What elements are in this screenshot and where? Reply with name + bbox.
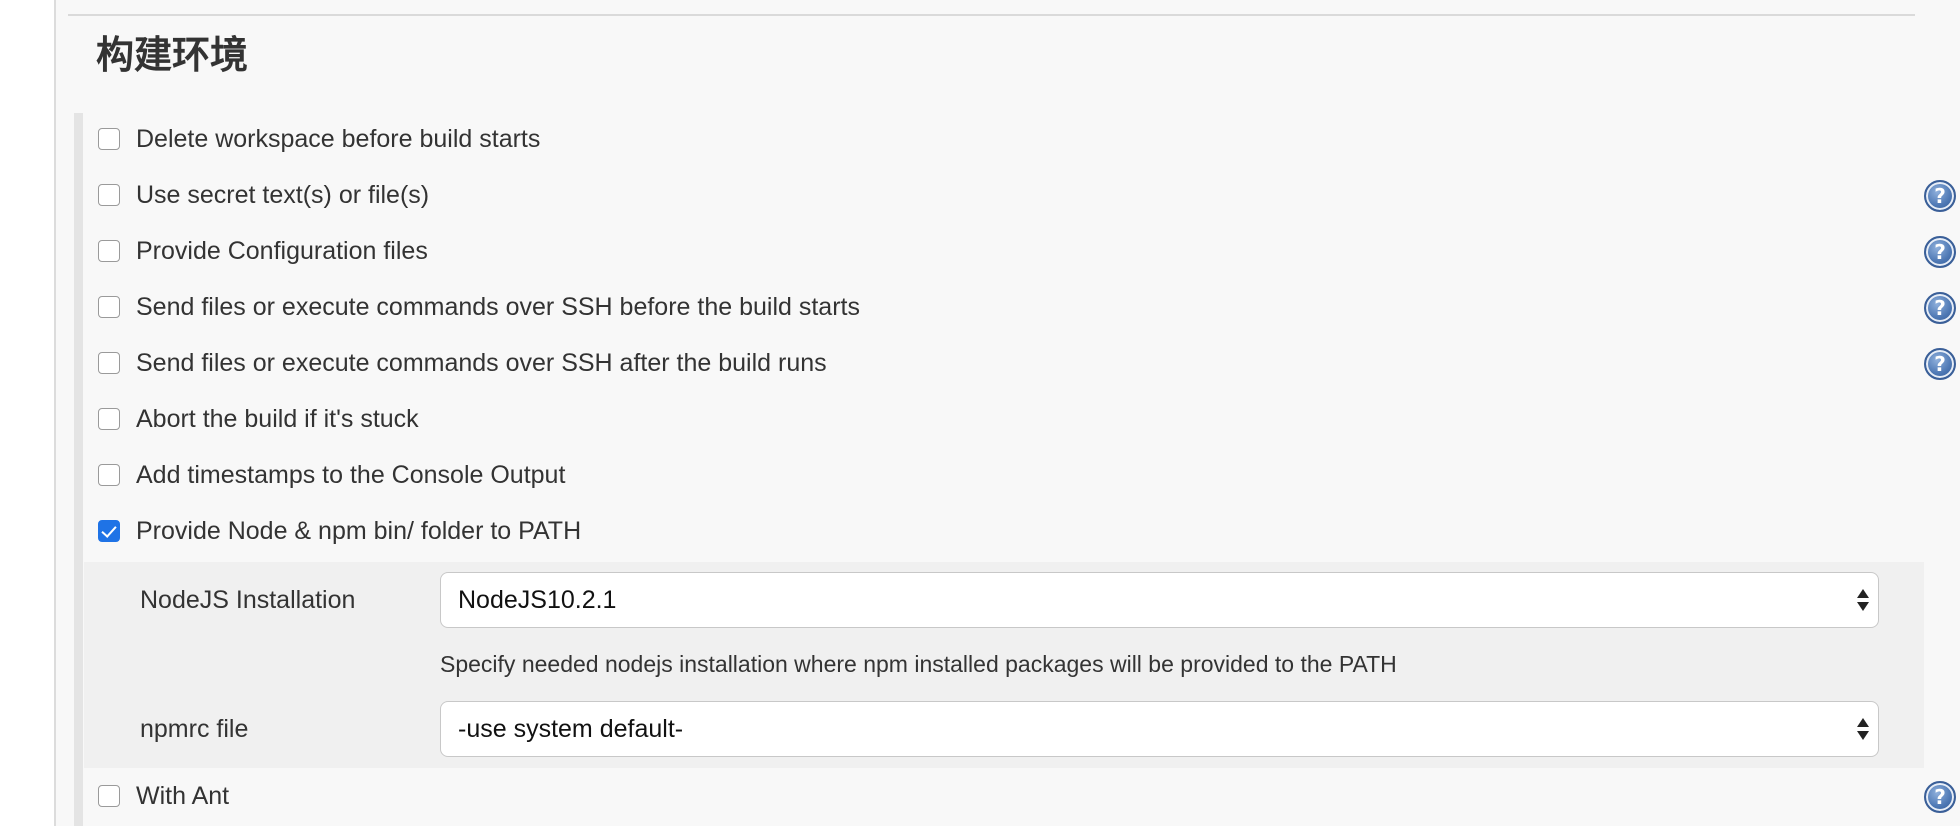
nodejs-installation-select[interactable]: NodeJS10.2.1 <box>440 572 1879 628</box>
section-indent-bar <box>74 113 83 826</box>
help-icon[interactable]: ? <box>1924 781 1956 813</box>
option-delete-workspace[interactable]: Delete workspace before build starts <box>98 120 1948 160</box>
npmrc-file-value: -use system default- <box>458 715 684 743</box>
section-divider <box>68 14 1915 16</box>
option-ssh-after-build[interactable]: Send files or execute commands over SSH … <box>98 344 1956 384</box>
option-label[interactable]: With Ant <box>136 780 229 812</box>
option-with-ant[interactable]: With Ant ? <box>98 777 1956 817</box>
option-label[interactable]: Provide Node & npm bin/ folder to PATH <box>136 515 581 547</box>
option-label[interactable]: Send files or execute commands over SSH … <box>136 347 827 379</box>
checkbox-delete-workspace[interactable] <box>98 128 120 150</box>
checkbox-provide-config-files[interactable] <box>98 240 120 262</box>
checkbox-provide-node-npm[interactable] <box>98 520 120 542</box>
option-label[interactable]: Provide Configuration files <box>136 235 428 267</box>
option-add-timestamps[interactable]: Add timestamps to the Console Output <box>98 456 1948 496</box>
checkbox-ssh-before-build[interactable] <box>98 296 120 318</box>
select-arrows-icon <box>1856 715 1870 743</box>
build-environment-page: 构建环境 Delete workspace before build start… <box>54 0 1960 826</box>
option-label[interactable]: Use secret text(s) or file(s) <box>136 179 429 211</box>
option-provide-node-npm[interactable]: Provide Node & npm bin/ folder to PATH <box>98 512 1948 552</box>
checkbox-abort-if-stuck[interactable] <box>98 408 120 430</box>
option-provide-config-files[interactable]: Provide Configuration files ? <box>98 232 1956 272</box>
checkbox-ssh-after-build[interactable] <box>98 352 120 374</box>
option-ssh-before-build[interactable]: Send files or execute commands over SSH … <box>98 288 1956 328</box>
section-title: 构建环境 <box>96 35 249 77</box>
help-icon[interactable]: ? <box>1924 348 1956 380</box>
help-icon[interactable]: ? <box>1924 292 1956 324</box>
option-abort-if-stuck[interactable]: Abort the build if it's stuck <box>98 400 1948 440</box>
npmrc-file-label: npmrc file <box>140 715 249 743</box>
nodejs-installation-value: NodeJS10.2.1 <box>458 586 617 614</box>
npmrc-file-select[interactable]: -use system default- <box>440 701 1879 757</box>
option-label[interactable]: Abort the build if it's stuck <box>136 403 419 435</box>
option-label[interactable]: Add timestamps to the Console Output <box>136 459 565 491</box>
option-label[interactable]: Delete workspace before build starts <box>136 123 540 155</box>
nodejs-installation-hint: Specify needed nodejs installation where… <box>440 651 1397 677</box>
option-use-secret[interactable]: Use secret text(s) or file(s) ? <box>98 176 1956 216</box>
checkbox-with-ant[interactable] <box>98 785 120 807</box>
help-icon[interactable]: ? <box>1924 236 1956 268</box>
checkbox-add-timestamps[interactable] <box>98 464 120 486</box>
help-icon[interactable]: ? <box>1924 180 1956 212</box>
option-label[interactable]: Send files or execute commands over SSH … <box>136 291 860 323</box>
checkbox-use-secret[interactable] <box>98 184 120 206</box>
nodejs-config-panel: NodeJS Installation NodeJS10.2.1 Specify… <box>84 562 1924 768</box>
nodejs-installation-label: NodeJS Installation <box>140 586 356 614</box>
select-arrows-icon <box>1856 586 1870 614</box>
